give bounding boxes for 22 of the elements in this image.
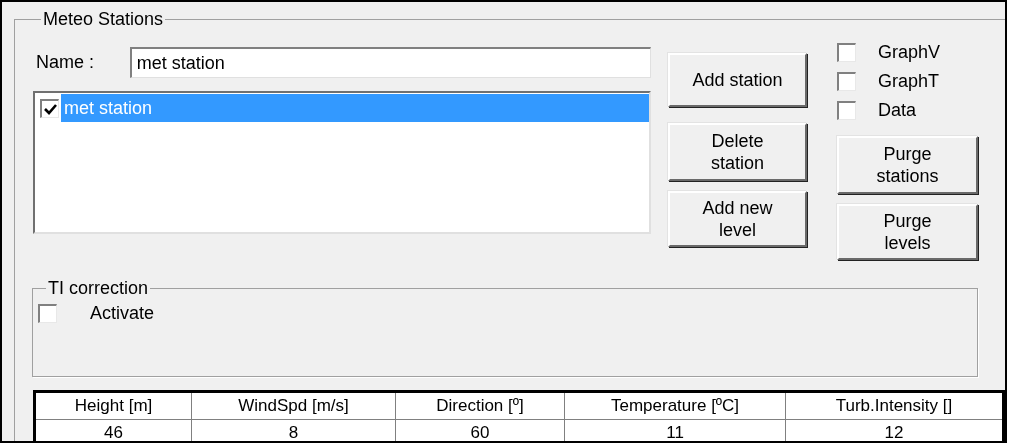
column-header: Height [m]	[34, 391, 192, 420]
checkbox-label: Activate	[90, 303, 155, 324]
checkbox[interactable]	[837, 101, 856, 120]
group-title: TI correction	[47, 279, 150, 297]
checkbox[interactable]	[38, 304, 57, 323]
checkbox-label: GraphV	[878, 42, 941, 63]
purge-button[interactable]: Purge levels	[837, 204, 978, 260]
station-button[interactable]: Add station	[668, 53, 807, 107]
purge-button[interactable]: Purge stations	[837, 136, 978, 194]
group-title: Meteo Stations	[42, 10, 165, 28]
checkbox[interactable]	[837, 43, 856, 62]
name-label: Name :	[35, 52, 96, 73]
station-button[interactable]: Delete station	[668, 123, 807, 181]
column-header: WindSpd [m/s]	[191, 391, 396, 420]
name-field[interactable]: met station	[129, 47, 651, 78]
checkbox-label: Data	[878, 100, 917, 121]
column-header: Temperature [ºC]	[564, 391, 786, 420]
checkbox[interactable]	[837, 72, 856, 91]
checkbox[interactable]	[40, 98, 59, 118]
checkbox-label: GraphT	[878, 71, 940, 92]
column-header: Direction [º]	[395, 391, 565, 420]
station-button[interactable]: Add new level	[668, 191, 807, 247]
